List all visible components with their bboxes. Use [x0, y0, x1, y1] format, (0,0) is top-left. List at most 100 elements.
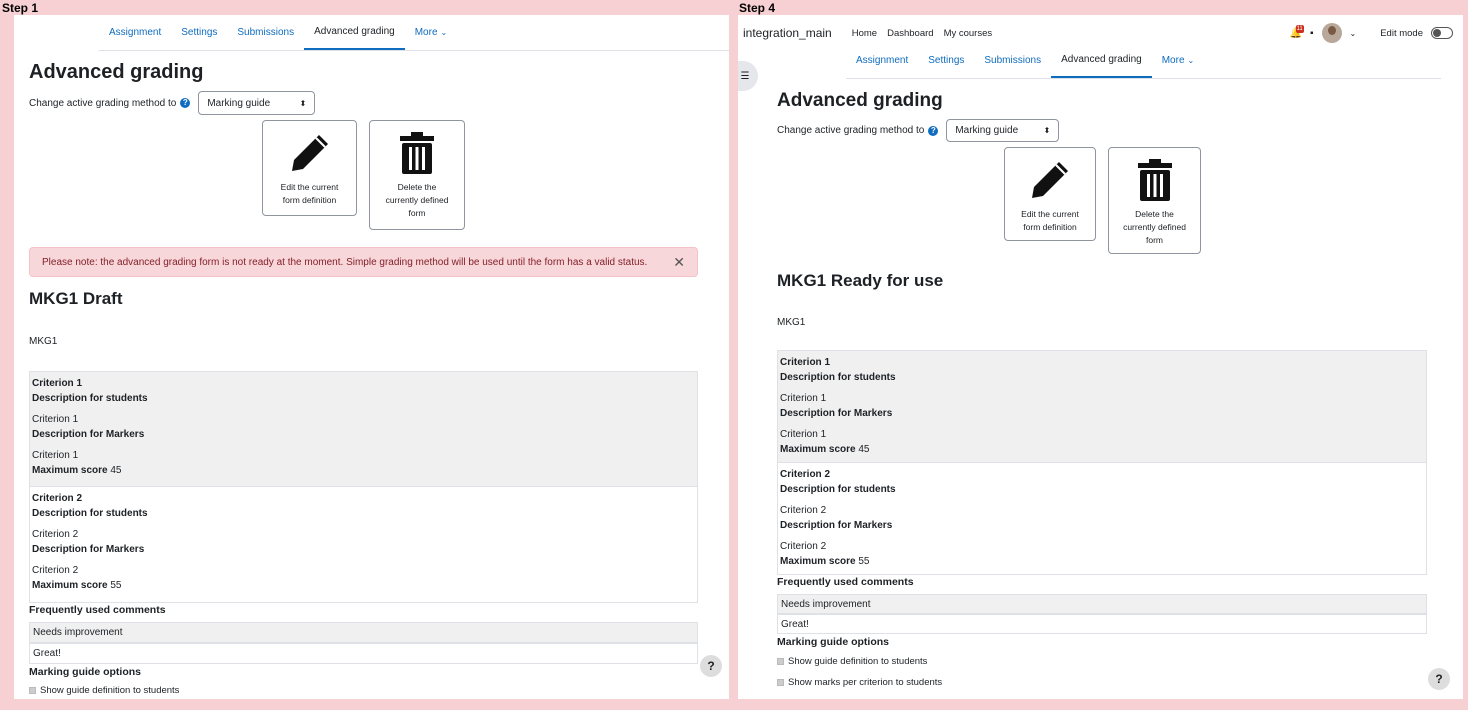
desc-students-label: Description for students [32, 393, 148, 404]
help-button[interactable]: ? [700, 655, 722, 677]
form-description: MKG1 [29, 336, 58, 347]
desc-students-value: Criterion 1 [780, 393, 827, 404]
delete-form-line2: currently defined [1123, 222, 1186, 232]
desc-markers-label: Description for Markers [780, 520, 893, 531]
pencil-icon [1032, 162, 1068, 198]
tab-assignment[interactable]: Assignment [846, 43, 918, 78]
list-icon: ☰ [740, 70, 750, 82]
tab-more-label: More [1161, 55, 1185, 66]
help-icon[interactable]: ? [928, 125, 939, 136]
criterion-row: Criterion 1 Description for students Cri… [29, 371, 698, 487]
edit-form-button[interactable]: Edit the current form definition [1004, 147, 1096, 241]
step4-panel: integration_main Home Dashboard My cours… [738, 15, 1463, 699]
nav-dashboard[interactable]: Dashboard [887, 28, 933, 39]
desc-students-label: Description for students [780, 484, 896, 495]
delete-form-button[interactable]: Delete the currently defined form [369, 120, 465, 230]
close-icon[interactable]: ✕ [673, 254, 685, 271]
change-method-label: Change active grading method to [777, 125, 925, 136]
edit-form-line2: form definition [1023, 222, 1077, 232]
desc-markers-value: Criterion 1 [780, 429, 827, 440]
notification-badge: 11 [1295, 24, 1304, 33]
form-not-ready-alert: Please note: the advanced grading form i… [29, 247, 698, 277]
trash-icon [400, 132, 434, 174]
grading-method-select[interactable]: Marking guide ⬍ [198, 91, 316, 115]
tab-submissions[interactable]: Submissions [974, 43, 1051, 78]
comment-item: Needs improvement [29, 622, 698, 643]
change-method-label: Change active grading method to [29, 97, 177, 109]
tab-more-label: More [414, 27, 438, 38]
form-description: MKG1 [777, 317, 806, 328]
criterion-name: Criterion 2 [780, 469, 831, 480]
tab-more[interactable]: More ⌄ [405, 15, 458, 50]
nav-home[interactable]: Home [852, 28, 877, 39]
edit-mode-toggle[interactable] [1431, 27, 1453, 39]
tab-assignment[interactable]: Assignment [99, 15, 171, 50]
comment-item: Needs improvement [777, 594, 1427, 614]
tab-advanced-grading[interactable]: Advanced grading [1051, 43, 1152, 78]
alert-message: Please note: the advanced grading form i… [42, 256, 648, 268]
desc-markers-label: Description for Markers [32, 544, 145, 555]
chevron-down-icon[interactable]: ⌄ [1350, 29, 1357, 38]
tab-more[interactable]: More ⌄ [1152, 43, 1205, 78]
option-show-marks: Show marks per criterion to students [777, 677, 942, 688]
criterion-name: Criterion 2 [32, 493, 83, 504]
help-button[interactable]: ? [1428, 668, 1450, 690]
max-score-value: 45 [110, 465, 122, 476]
delete-form-line3: form [408, 208, 426, 218]
site-name[interactable]: integration_main [743, 26, 832, 40]
criterion-row: Criterion 1 Description for students Cri… [777, 350, 1427, 463]
step1-label: Step 1 [2, 1, 39, 15]
help-icon[interactable]: ? [180, 98, 191, 108]
step4-label: Step 4 [739, 1, 776, 15]
tab-settings[interactable]: Settings [918, 43, 974, 78]
max-score-value: 45 [858, 444, 870, 455]
desc-students-value: Criterion 2 [32, 529, 79, 540]
edit-form-button[interactable]: Edit the current form definition [262, 120, 357, 216]
tab-submissions[interactable]: Submissions [227, 15, 304, 50]
delete-form-line3: form [1146, 235, 1163, 245]
change-method-row: Change active grading method to ? Markin… [777, 119, 1060, 142]
form-title: MKG1 Ready for use [777, 271, 944, 290]
checkbox-icon [777, 679, 784, 686]
edit-form-line2: form definition [282, 195, 337, 205]
notification-bell-icon[interactable]: 🔔 11 [1290, 24, 1304, 39]
max-score-value: 55 [110, 580, 122, 591]
max-score-value: 55 [858, 556, 870, 567]
edit-mode-label: Edit mode [1380, 27, 1423, 39]
grading-method-select[interactable]: Marking guide ⬍ [946, 119, 1060, 142]
checkbox-icon [29, 687, 36, 694]
select-arrows-icon: ⬍ [299, 98, 307, 108]
option-label: Show marks per criterion to students [788, 677, 943, 688]
grading-method-value: Marking guide [955, 125, 1019, 136]
criterion-name: Criterion 1 [780, 357, 831, 368]
options-heading: Marking guide options [29, 666, 141, 678]
delete-form-line1: Delete the [1135, 209, 1174, 219]
tab-settings[interactable]: Settings [171, 15, 227, 50]
desc-students-label: Description for students [780, 372, 896, 383]
select-arrows-icon: ⬍ [1043, 126, 1051, 135]
tab-advanced-grading[interactable]: Advanced grading [304, 15, 405, 50]
checkbox-icon [777, 658, 784, 665]
option-show-guide: Show guide definition to students [777, 656, 927, 667]
page-title: Advanced grading [29, 61, 204, 83]
desc-markers-label: Description for Markers [32, 429, 145, 440]
delete-form-line2: currently defined [385, 195, 449, 205]
step1-panel: Assignment Settings Submissions Advanced… [14, 15, 729, 699]
change-method-row: Change active grading method to ? Markin… [29, 91, 316, 115]
page-title: Advanced grading [777, 90, 943, 111]
secondary-nav: Assignment Settings Submissions Advanced… [846, 43, 1441, 79]
message-icon[interactable]: ▪ [1310, 28, 1314, 39]
max-score-label: Maximum score [780, 556, 856, 567]
nav-my-courses[interactable]: My courses [944, 28, 993, 39]
comments-heading: Frequently used comments [29, 604, 166, 616]
delete-form-line1: Delete the [397, 182, 437, 192]
edit-form-line1: Edit the current [1021, 209, 1079, 219]
chevron-down-icon: ⌄ [440, 28, 448, 37]
delete-form-button[interactable]: Delete the currently defined form [1108, 147, 1201, 254]
avatar[interactable] [1321, 23, 1342, 43]
desc-students-label: Description for students [32, 508, 148, 519]
option-show-guide: Show guide definition to students [29, 685, 179, 696]
desc-markers-value: Criterion 1 [32, 450, 79, 461]
course-index-toggle[interactable]: ☰ [738, 61, 758, 91]
edit-form-line1: Edit the current [280, 182, 339, 192]
